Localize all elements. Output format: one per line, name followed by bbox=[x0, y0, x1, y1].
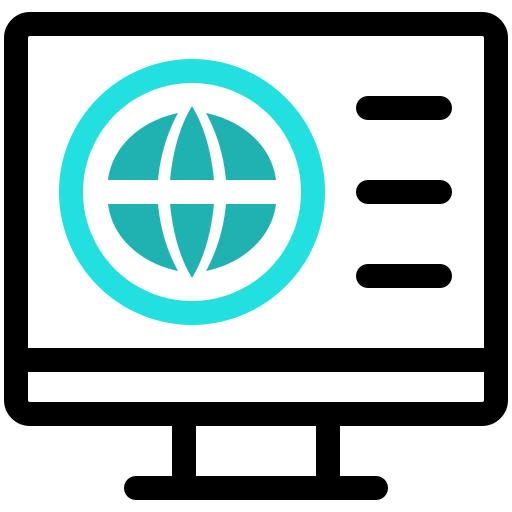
computer-monitor-globe-icon bbox=[4, 12, 508, 500]
globe-icon bbox=[59, 59, 325, 325]
globe-segment-top-left bbox=[108, 113, 178, 180]
globe-segment-bottom-left bbox=[108, 204, 178, 271]
globe-segment-bottom-right bbox=[206, 204, 276, 271]
icon-canvas bbox=[0, 0, 512, 512]
menu-lines-icon bbox=[356, 96, 452, 288]
globe-segment-top-center bbox=[170, 106, 214, 180]
globe-segment-bottom-center bbox=[170, 204, 214, 278]
globe-segment-top-right bbox=[206, 113, 276, 180]
